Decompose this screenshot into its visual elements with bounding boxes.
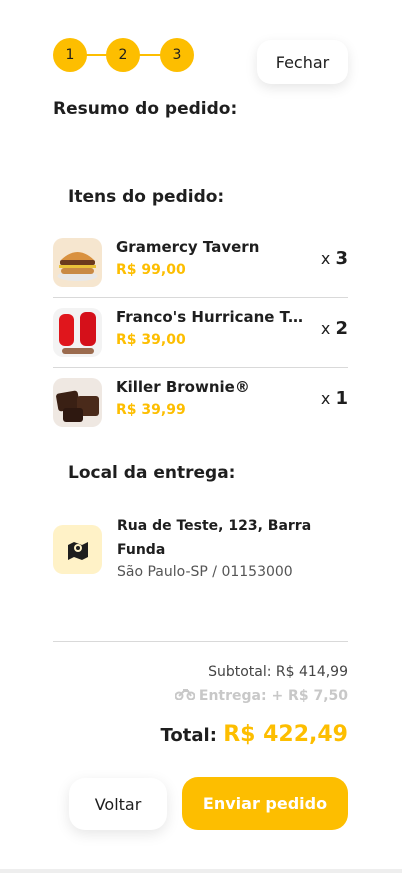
item-name: Gramercy Tavern — [116, 238, 260, 256]
item-quantity: x 1 — [320, 388, 348, 409]
brownie-photo — [53, 378, 102, 427]
address-city-zip: São Paulo-SP / 01153000 — [117, 564, 293, 580]
step-1: 1 — [53, 38, 87, 72]
motorcycle-icon — [174, 688, 196, 704]
address-street: Rua de Teste, 123, Barra Funda — [117, 518, 312, 558]
back-button[interactable]: Voltar — [69, 778, 167, 830]
order-item: Franco's Hurricane Tarts R$ 39,00 x 2 — [53, 298, 348, 368]
order-item: Gramercy Tavern R$ 99,00 x 3 — [53, 228, 348, 298]
burger-photo — [53, 238, 102, 287]
delivery-fee-text: Entrega: + R$ 7,50 — [198, 688, 348, 704]
item-name: Killer Brownie® — [116, 378, 250, 396]
order-stepper: 1 2 3 — [53, 38, 194, 72]
divider — [53, 641, 348, 642]
item-price: R$ 39,99 — [116, 402, 186, 418]
tarts-photo — [53, 308, 102, 357]
order-item: Killer Brownie® R$ 39,99 x 1 — [53, 368, 348, 438]
step-3: 3 — [160, 38, 194, 72]
bottom-bar — [0, 869, 402, 873]
subtotal-text: Subtotal: R$ 414,99 — [208, 664, 348, 680]
item-price: R$ 39,00 — [116, 332, 186, 348]
map-icon — [53, 525, 102, 574]
total-value: R$ 422,49 — [223, 722, 348, 747]
item-name: Franco's Hurricane Tarts — [116, 308, 306, 326]
items-section-title: Itens do pedido: — [68, 187, 225, 207]
item-quantity: x 3 — [320, 248, 348, 269]
close-button[interactable]: Fechar — [257, 40, 348, 84]
page-title: Resumo do pedido: — [53, 99, 238, 119]
send-order-button[interactable]: Enviar pedido — [182, 777, 348, 830]
item-price: R$ 99,00 — [116, 262, 186, 278]
delivery-fee: Entrega: + R$ 7,50 — [174, 688, 348, 704]
total-label: Total: — [160, 725, 217, 746]
delivery-section-title: Local da entrega: — [68, 463, 236, 483]
item-quantity: x 2 — [320, 318, 348, 339]
total-amount: Total: R$ 422,49 — [161, 722, 348, 747]
step-2: 2 — [106, 38, 140, 72]
